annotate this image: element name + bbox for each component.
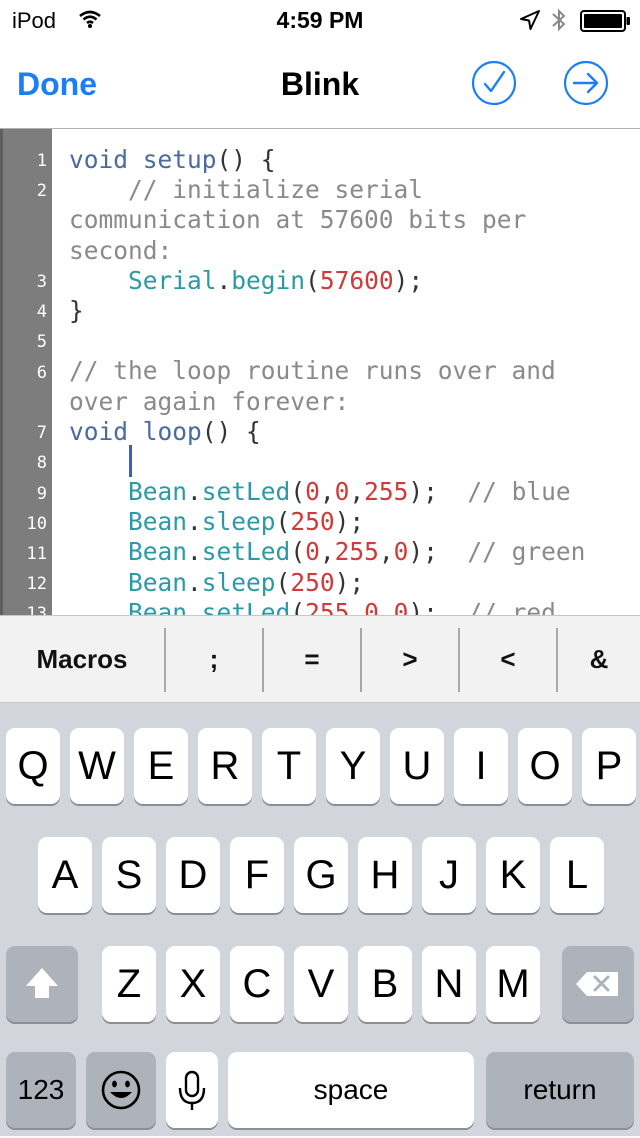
key-z[interactable]: Z	[102, 946, 156, 1022]
key-g[interactable]: G	[294, 837, 348, 913]
key-o[interactable]: O	[518, 728, 572, 804]
navigation-bar: Done Blink	[0, 40, 640, 129]
status-bar: iPod 4:59 PM	[0, 0, 640, 40]
emoji-icon	[101, 1070, 141, 1110]
microphone-icon	[178, 1070, 206, 1110]
code-line[interactable]: Bean.setLed(0,0,255); // blue	[69, 477, 637, 507]
code-line[interactable]: second:	[69, 236, 637, 266]
key-y[interactable]: Y	[326, 728, 380, 804]
key-c[interactable]: C	[230, 946, 284, 1022]
key-v[interactable]: V	[294, 946, 348, 1022]
key-s[interactable]: S	[102, 837, 156, 913]
key-k[interactable]: K	[486, 837, 540, 913]
key-b[interactable]: B	[358, 946, 412, 1022]
upload-arrow-icon[interactable]	[563, 60, 609, 111]
key-d[interactable]: D	[166, 837, 220, 913]
less-than-key[interactable]: <	[460, 616, 556, 704]
code-line[interactable]: void loop() {	[69, 417, 637, 447]
bluetooth-icon	[551, 8, 567, 37]
line-number: 4	[36, 302, 47, 322]
status-time: 4:59 PM	[276, 7, 364, 33]
line-number: 12	[26, 574, 47, 594]
line-number: 8	[36, 453, 47, 473]
line-number: 10	[26, 514, 47, 534]
key-a[interactable]: A	[38, 837, 92, 913]
key-f[interactable]: F	[230, 837, 284, 913]
key-h[interactable]: H	[358, 837, 412, 913]
line-number: 3	[36, 272, 47, 292]
equals-key[interactable]: =	[264, 616, 360, 704]
keyboard: 123 space return QWERTYUIOP ASDFGHJKL ZXCV…	[0, 703, 640, 1136]
ampersand-key[interactable]: &	[558, 616, 640, 704]
shift-key[interactable]	[6, 946, 78, 1022]
key-x[interactable]: X	[166, 946, 220, 1022]
semicolon-key[interactable]: ;	[166, 616, 262, 704]
dictation-key[interactable]	[166, 1052, 218, 1128]
backspace-icon	[576, 972, 618, 996]
key-t[interactable]: T	[262, 728, 316, 804]
key-l[interactable]: L	[550, 837, 604, 913]
page-title: Blink	[280, 66, 360, 102]
return-key[interactable]: return	[486, 1052, 634, 1128]
greater-than-key[interactable]: >	[362, 616, 458, 704]
keyboard-accessory-bar: Macros ; = > < &	[0, 615, 640, 703]
code-line[interactable]: over again forever:	[69, 387, 637, 417]
code-line[interactable]: communication at 57600 bits per	[69, 205, 637, 235]
key-e[interactable]: E	[134, 728, 188, 804]
code-line[interactable]: void setup() {	[69, 145, 637, 175]
code-line[interactable]: Bean.setLed(0,255,0); // green	[69, 537, 637, 567]
code-line[interactable]: // initialize serial	[69, 175, 637, 205]
shift-icon	[26, 968, 58, 998]
key-r[interactable]: R	[198, 728, 252, 804]
code-text[interactable]: void setup() { // initialize serial commu…	[69, 145, 637, 615]
key-j[interactable]: J	[422, 837, 476, 913]
code-line[interactable]	[69, 447, 637, 477]
code-line[interactable]: // the loop routine runs over and	[69, 356, 637, 386]
key-u[interactable]: U	[390, 728, 444, 804]
verify-check-icon[interactable]	[471, 60, 517, 111]
key-i[interactable]: I	[454, 728, 508, 804]
line-number: 2	[36, 181, 47, 201]
code-editor[interactable]: 1 2 3 4 5 6 7 8 9 10 11 12 13 void setup…	[0, 129, 640, 615]
space-key[interactable]: space	[228, 1052, 474, 1128]
key-w[interactable]: W	[70, 728, 124, 804]
line-number: 1	[36, 151, 47, 171]
macros-button[interactable]: Macros	[0, 616, 164, 704]
line-number: 13	[26, 604, 47, 615]
key-m[interactable]: M	[486, 946, 540, 1022]
numbers-key[interactable]: 123	[6, 1052, 76, 1128]
backspace-key[interactable]	[562, 946, 634, 1022]
location-arrow-icon	[519, 9, 541, 36]
text-cursor	[129, 445, 132, 477]
key-n[interactable]: N	[422, 946, 476, 1022]
battery-icon	[580, 10, 632, 37]
code-line[interactable]: Serial.begin(57600);	[69, 266, 637, 296]
line-number: 7	[36, 423, 47, 443]
key-q[interactable]: Q	[6, 728, 60, 804]
line-number-gutter: 1 2 3 4 5 6 7 8 9 10 11 12 13	[0, 129, 52, 615]
line-number: 11	[26, 544, 47, 564]
code-line[interactable]	[69, 326, 637, 356]
code-line[interactable]: Bean.setLed(255,0,0); // red	[69, 598, 637, 615]
code-line[interactable]: Bean.sleep(250);	[69, 507, 637, 537]
code-line[interactable]: Bean.sleep(250);	[69, 568, 637, 598]
key-p[interactable]: P	[582, 728, 636, 804]
line-number: 9	[36, 484, 47, 504]
line-number: 6	[36, 363, 47, 383]
code-line[interactable]: }	[69, 296, 637, 326]
line-number: 5	[36, 332, 47, 352]
emoji-key[interactable]	[86, 1052, 156, 1128]
